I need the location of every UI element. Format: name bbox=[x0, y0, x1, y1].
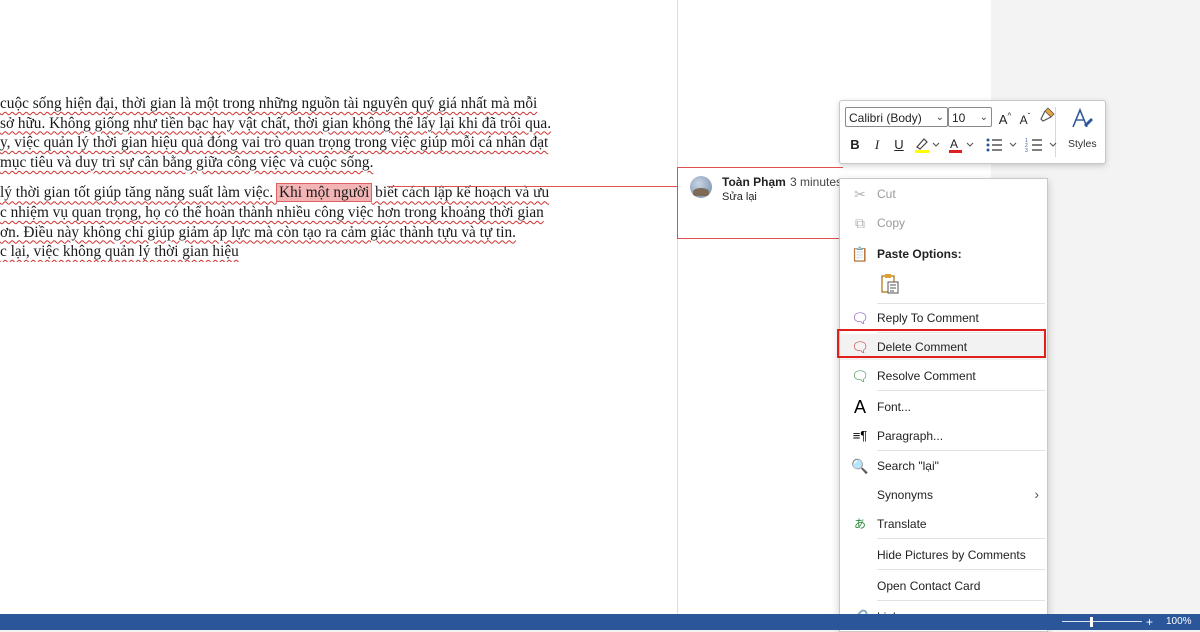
menu-item-copy[interactable]: ⧉ Copy bbox=[840, 210, 1047, 236]
commented-text-highlight[interactable]: Khi một người bbox=[276, 183, 373, 203]
shrink-font-button[interactable]: Aˇ bbox=[1016, 108, 1034, 129]
font-name-select[interactable]: Calibri (Body) ⌄ bbox=[845, 107, 948, 127]
menu-item-label: Search "lại" bbox=[877, 459, 939, 473]
status-bar: + 100% bbox=[0, 614, 1200, 630]
chevron-down-icon: ⌄ bbox=[979, 112, 988, 123]
bullet-list-icon bbox=[986, 138, 1017, 152]
font-size-value: 10 bbox=[952, 111, 966, 125]
bullets-button[interactable] bbox=[985, 136, 1019, 159]
menu-item-label: Open Contact Card bbox=[877, 579, 981, 593]
menu-item-label: Copy bbox=[877, 216, 906, 230]
mini-toolbar: Calibri (Body) ⌄ 10 ⌄ A^ Aˇ Styles B I U… bbox=[839, 100, 1106, 164]
menu-divider bbox=[877, 303, 1045, 304]
highlighter-icon bbox=[915, 138, 940, 153]
paste-keep-text-only-icon bbox=[881, 274, 899, 294]
menu-item-label: Reply To Comment bbox=[877, 311, 979, 325]
menu-item-label: Cut bbox=[877, 187, 896, 201]
scissors-icon: ✂ bbox=[854, 186, 866, 202]
menu-divider bbox=[877, 390, 1045, 391]
highlight-box-annotation bbox=[837, 329, 1046, 358]
text-line: y, việc quản lý thời gian hiệu quả đóng … bbox=[0, 134, 549, 152]
bold-button[interactable]: B bbox=[847, 136, 863, 154]
zoom-in-button[interactable]: + bbox=[1146, 614, 1153, 630]
text-line: c lại, việc không quản lý thời gian hiệu bbox=[0, 243, 239, 261]
comment-text[interactable]: Sửa lại bbox=[722, 191, 757, 203]
clipboard-icon: 📋 bbox=[851, 246, 869, 262]
font-icon: A bbox=[853, 397, 866, 417]
menu-item-synonyms[interactable]: Synonyms › bbox=[840, 482, 1047, 508]
paste-options-label: Paste Options: bbox=[877, 247, 962, 261]
zoom-slider-thumb[interactable] bbox=[1090, 617, 1093, 627]
chevron-down-icon: ⌄ bbox=[935, 112, 944, 123]
text-line: cuộc sống hiện đại, thời gian là một tro… bbox=[0, 95, 538, 112]
menu-item-font[interactable]: A Font... bbox=[840, 394, 1047, 420]
svg-text:A: A bbox=[950, 137, 958, 151]
font-size-select[interactable]: 10 ⌄ bbox=[948, 107, 992, 127]
svg-text:3: 3 bbox=[1025, 148, 1028, 154]
chevron-right-icon: › bbox=[1034, 486, 1039, 502]
paragraph-icon: ≡¶ bbox=[852, 428, 868, 443]
menu-item-search[interactable]: 🔍 Search "lại" bbox=[840, 453, 1047, 479]
grow-font-icon: A^ bbox=[998, 112, 1012, 128]
menu-item-label: Resolve Comment bbox=[877, 369, 976, 383]
styles-label: Styles bbox=[1068, 138, 1097, 150]
menu-item-hide-pictures[interactable]: Hide Pictures by Comments bbox=[840, 542, 1047, 568]
menu-item-resolve-comment[interactable]: 🗨 Resolve Comment bbox=[840, 363, 1047, 389]
font-color-icon: A bbox=[949, 137, 974, 153]
menu-item-label: Translate bbox=[877, 517, 927, 531]
zoom-level[interactable]: 100% bbox=[1166, 614, 1192, 630]
comment-time: 3 minutes bbox=[790, 175, 843, 189]
menu-divider bbox=[877, 569, 1045, 570]
reply-comment-icon: 🗨 bbox=[851, 310, 869, 326]
comment-author[interactable]: Toàn Phạm bbox=[722, 175, 786, 189]
menu-item-label: Font... bbox=[877, 400, 912, 414]
comment-card[interactable]: Toàn Phạm 3 minutes Sửa lại bbox=[677, 167, 843, 239]
font-color-button[interactable]: A bbox=[947, 136, 975, 159]
menu-item-translate[interactable]: あ Translate bbox=[840, 511, 1047, 537]
numbering-button[interactable]: 123 bbox=[1025, 136, 1059, 159]
font-name-value: Calibri (Body) bbox=[849, 111, 922, 125]
text-run: lý thời gian tốt giúp tăng năng suất làm… bbox=[0, 184, 278, 202]
copy-icon: ⧉ bbox=[855, 215, 865, 231]
menu-divider bbox=[877, 450, 1045, 451]
menu-divider bbox=[877, 600, 1045, 601]
text-line: sở hữu. Không giống như tiền bạc hay vật… bbox=[0, 114, 552, 132]
document-body[interactable]: cuộc sống hiện đại, thời gian là một tro… bbox=[0, 94, 676, 262]
context-menu: ✂ Cut ⧉ Copy 📋 Paste Options: 🗨 Reply To… bbox=[839, 178, 1048, 632]
comment-connector-line bbox=[387, 186, 677, 187]
text-line: ơn. Điều này không chỉ giúp giảm áp lực … bbox=[0, 223, 516, 241]
styles-button[interactable] bbox=[1068, 107, 1096, 134]
paste-options-header: 📋 Paste Options: bbox=[840, 241, 1047, 267]
format-painter-button[interactable] bbox=[1038, 107, 1056, 128]
styles-icon bbox=[1072, 107, 1093, 128]
italic-button[interactable]: I bbox=[869, 136, 885, 154]
menu-item-reply-to-comment[interactable]: 🗨 Reply To Comment bbox=[840, 305, 1047, 331]
menu-item-label: Synonyms bbox=[877, 488, 934, 502]
text-line: mục tiêu và duy trì sự cân bằng giữa côn… bbox=[0, 153, 374, 171]
translate-icon: あ bbox=[853, 517, 866, 531]
numbered-list-icon: 123 bbox=[1025, 138, 1057, 154]
resolve-comment-icon: 🗨 bbox=[851, 368, 869, 384]
text-line: c nhiệm vụ quan trọng, họ có thể hoàn th… bbox=[0, 203, 544, 221]
shrink-font-icon: Aˇ bbox=[1019, 112, 1031, 127]
format-painter-icon bbox=[1040, 107, 1055, 122]
zoom-slider[interactable] bbox=[1062, 621, 1142, 622]
underline-button[interactable]: U bbox=[891, 136, 907, 154]
highlight-color-button[interactable] bbox=[913, 136, 941, 159]
menu-item-label: Hide Pictures by Comments bbox=[877, 548, 1026, 562]
menu-item-label: Paragraph... bbox=[877, 429, 944, 443]
grow-font-button[interactable]: A^ bbox=[996, 108, 1014, 129]
menu-item-open-contact-card[interactable]: Open Contact Card bbox=[840, 573, 1047, 599]
menu-divider bbox=[877, 538, 1045, 539]
menu-item-paragraph[interactable]: ≡¶ Paragraph... bbox=[840, 423, 1047, 449]
paste-keep-text-button[interactable] bbox=[876, 271, 904, 299]
menu-item-cut[interactable]: ✂ Cut bbox=[840, 181, 1047, 207]
avatar[interactable] bbox=[690, 176, 712, 198]
search-icon: 🔍 bbox=[851, 458, 869, 474]
